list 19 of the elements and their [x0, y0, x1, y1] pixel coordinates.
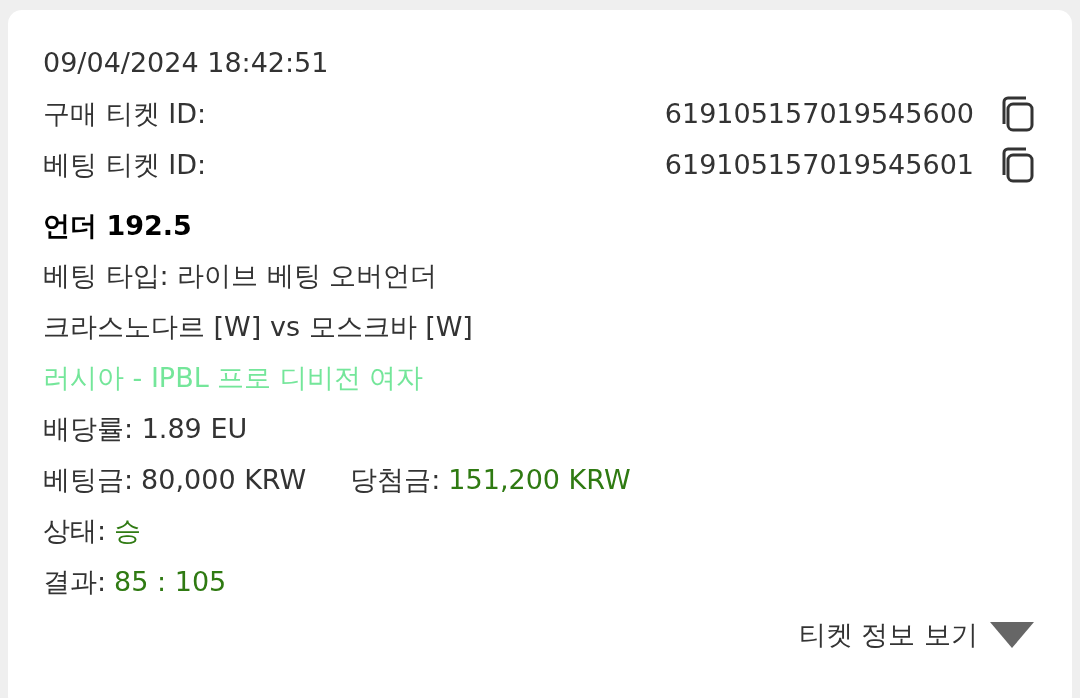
detail-value: 151,200 KRW	[448, 464, 631, 495]
detail-value: 승	[114, 513, 142, 548]
detail-text: 크라스노다르 [W] vs 모스크바 [W]	[43, 309, 473, 344]
ticket-info-toggle[interactable]: 티켓 정보 보기	[798, 616, 1036, 653]
bet-selection: 언더 192.5	[43, 209, 192, 243]
detail-value: 85 : 105	[114, 566, 227, 597]
league-name: 러시아 - IPBL 프로 디비전 여자	[43, 360, 424, 395]
detail-label: 베팅금:	[43, 462, 134, 497]
ticket-id: 619105157019545600	[664, 98, 974, 129]
detail-label: 당첨금:	[350, 462, 441, 497]
id-label: 베팅 티켓 ID:	[43, 147, 206, 182]
ticket-id: 619105157019545601	[664, 149, 974, 180]
detail-text: 배당률: 1.89 EU	[43, 411, 248, 446]
detail-label: 상태:	[43, 513, 107, 548]
timestamp: 09/04/2024 18:42:51	[43, 47, 329, 78]
detail-label: 결과:	[43, 564, 107, 599]
id-label: 구매 티켓 ID:	[43, 96, 206, 131]
detail-value: 80,000 KRW	[141, 464, 307, 495]
detail-text: 베팅 타입: 라이브 베팅 오버언더	[43, 258, 438, 293]
